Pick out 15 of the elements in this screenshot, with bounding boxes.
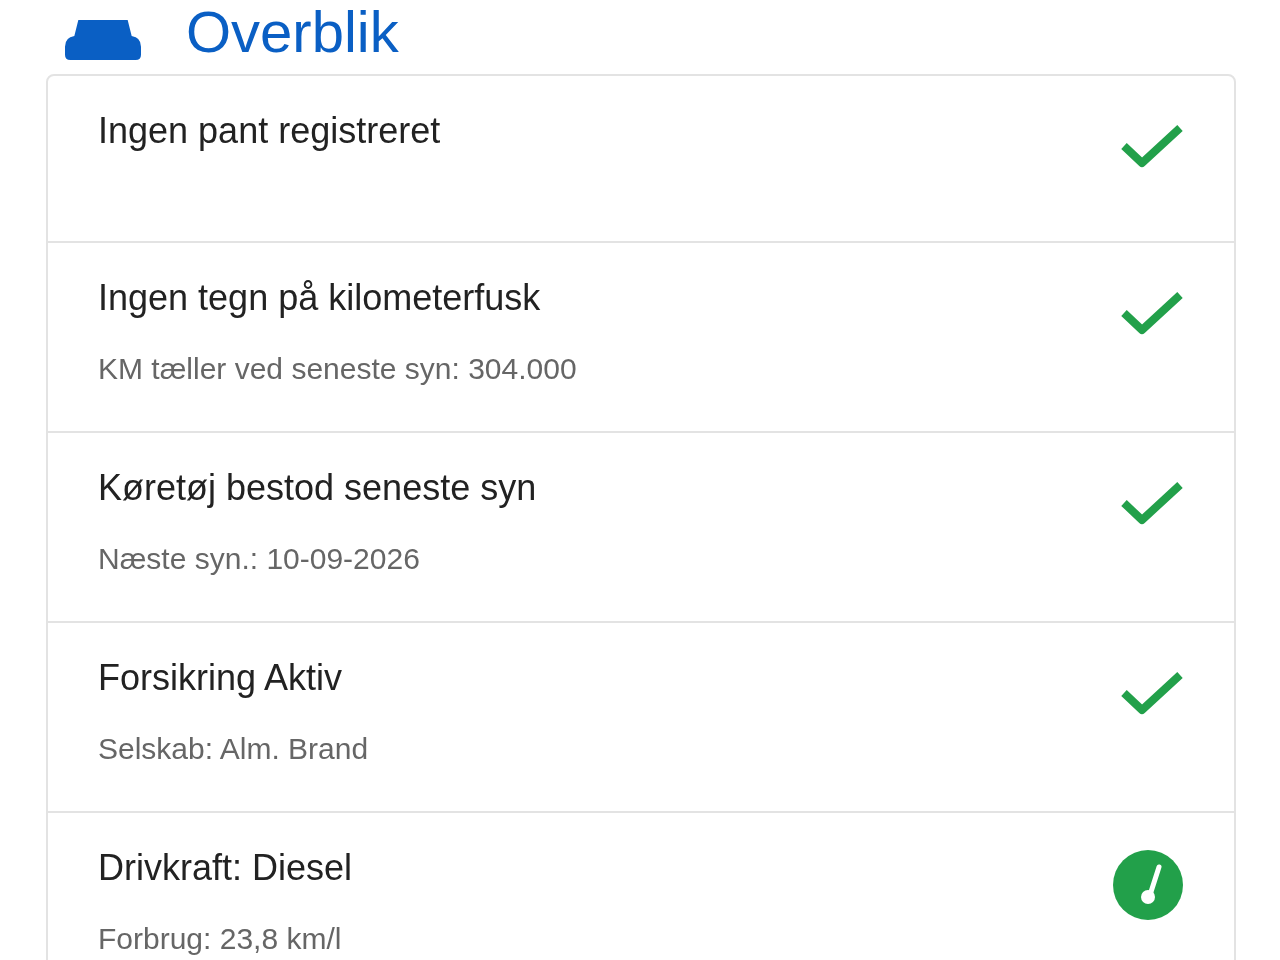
item-detail: Forbrug: 23,8 km/l [98,921,343,957]
item-title: Ingen pant registreret [98,109,441,153]
page-title: Overblik [186,0,399,64]
item-detail: KM tæller ved seneste syn: 304.000 [98,351,577,387]
checkmark-icon [1120,124,1184,168]
gauge-icon [1112,849,1184,921]
checkmark-icon [1120,291,1184,335]
item-detail: Næste syn.: 10-09-2026 [98,541,421,577]
checkmark-icon [1120,481,1184,525]
item-title: Køretøj bestod seneste syn [98,466,537,510]
item-title: Drivkraft: Diesel [98,846,353,890]
item-detail: Selskab: Alm. Brand [98,731,369,767]
item-title: Forsikring Aktiv [98,656,344,700]
checkmark-icon [1120,671,1184,715]
item-title: Ingen tegn på kilometerfusk [98,276,542,320]
